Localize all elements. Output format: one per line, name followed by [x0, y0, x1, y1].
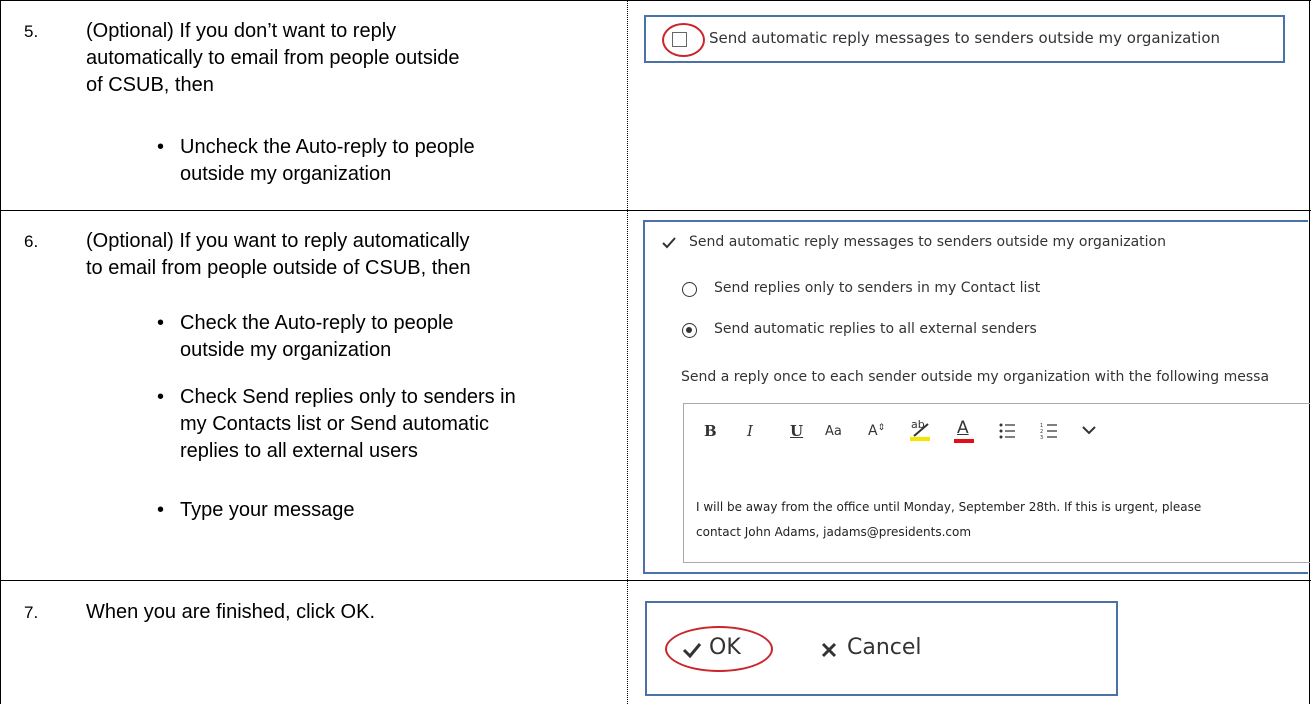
step-line: automatically to email from people outsi…	[86, 47, 460, 69]
ok-label: OK	[709, 635, 741, 660]
cancel-label: Cancel	[847, 635, 922, 660]
font-color-label: A	[957, 418, 969, 438]
radio-label: Send automatic replies to all external s…	[714, 321, 1037, 337]
checkbox-label: Send automatic reply messages to senders…	[709, 29, 1221, 47]
bullet-line: my Contacts list or Send automatic	[180, 413, 490, 435]
column-divider	[627, 0, 628, 704]
bullet-item: • Uncheck the Auto-reply to people outsi…	[157, 134, 475, 188]
bullet-item: • Check the Auto-reply to people outside…	[157, 310, 454, 364]
font-color-swatch	[954, 439, 974, 443]
italic-button[interactable]: I	[747, 422, 753, 440]
highlighter-icon	[910, 423, 930, 441]
row-divider	[0, 580, 1311, 581]
row-divider	[0, 210, 1311, 211]
grow-font-arrows-icon: ⇕	[877, 423, 886, 433]
step-line: When you are finished, click OK.	[86, 601, 376, 623]
bullet-line: Check Send replies only to senders in	[180, 386, 516, 408]
radio-contacts-only[interactable]	[682, 282, 697, 297]
bullet-line: Type your message	[180, 499, 355, 521]
svg-text:3: 3	[1040, 435, 1043, 440]
bullet-item: • Check Send replies only to senders in …	[157, 384, 516, 465]
annotation-circle	[662, 23, 705, 57]
auto-reply-external-screenshot: Send automatic reply messages to senders…	[644, 15, 1285, 63]
bullet-line: Check the Auto-reply to people	[180, 312, 454, 334]
bullet-dot: •	[157, 136, 165, 158]
radio-label: Send replies only to senders in my Conta…	[714, 280, 1041, 296]
radio-all-external[interactable]	[682, 323, 697, 338]
message-line: contact John Adams, jadams@presidents.co…	[696, 525, 972, 539]
step-line: of CSUB, then	[86, 74, 214, 96]
step-number: 6.	[24, 232, 39, 251]
font-size-button[interactable]: Aa	[825, 424, 842, 439]
reply-once-label: Send a reply once to each sender outside…	[681, 369, 1270, 385]
bullet-line: outside my organization	[180, 163, 392, 185]
external-reply-options-screenshot: Send automatic reply messages to senders…	[643, 220, 1310, 574]
step-text: When you are finished, click OK.	[86, 599, 375, 626]
bullet-list-icon[interactable]	[998, 422, 1016, 440]
bullet-line: replies to all external users	[180, 440, 418, 462]
close-icon	[821, 642, 837, 658]
bullet-dot: •	[157, 499, 165, 521]
step-text: (Optional) If you don’t want to reply au…	[86, 18, 460, 99]
checkbox-label: Send automatic reply messages to senders…	[689, 234, 1166, 250]
table-border-top	[0, 0, 1311, 1]
chevron-down-icon[interactable]	[1082, 424, 1096, 436]
bullet-dot: •	[157, 312, 165, 334]
grow-font-label: A	[868, 423, 878, 439]
ok-button[interactable]: OK	[665, 626, 773, 672]
table-border-right	[1309, 0, 1310, 704]
checkmark-icon	[662, 237, 676, 249]
bullet-item: • Type your message	[157, 497, 355, 524]
checkmark-icon	[682, 643, 702, 659]
cancel-button[interactable]: Cancel	[821, 635, 951, 665]
bullet-line: Uncheck the Auto-reply to people	[180, 136, 475, 158]
bullet-dot: •	[157, 386, 165, 408]
underline-button[interactable]: U	[790, 422, 803, 440]
step-line: (Optional) If you want to reply automati…	[86, 230, 470, 252]
step-line: to email from people outside of CSUB, th…	[86, 257, 471, 279]
highlight-button[interactable]: ab	[908, 418, 934, 442]
message-line: I will be away from the office until Mon…	[696, 500, 1202, 514]
bold-button[interactable]: B	[704, 422, 717, 440]
bullet-line: outside my organization	[180, 339, 392, 361]
table-border-left	[0, 0, 1, 704]
step-line: (Optional) If you don’t want to reply	[86, 20, 397, 42]
grow-font-button[interactable]: A⇕	[868, 423, 885, 439]
step-text: (Optional) If you want to reply automati…	[86, 228, 471, 282]
ok-cancel-screenshot: OK Cancel	[645, 601, 1118, 696]
checked-checkbox[interactable]	[661, 235, 677, 251]
font-color-button[interactable]: A	[954, 418, 976, 444]
numbered-list-icon[interactable]: 123	[1040, 422, 1058, 440]
step-number: 5.	[24, 22, 39, 41]
message-editor[interactable]: B I U Aa A⇕ ab A 123 I will be away from…	[683, 403, 1310, 563]
step-number: 7.	[24, 603, 39, 622]
